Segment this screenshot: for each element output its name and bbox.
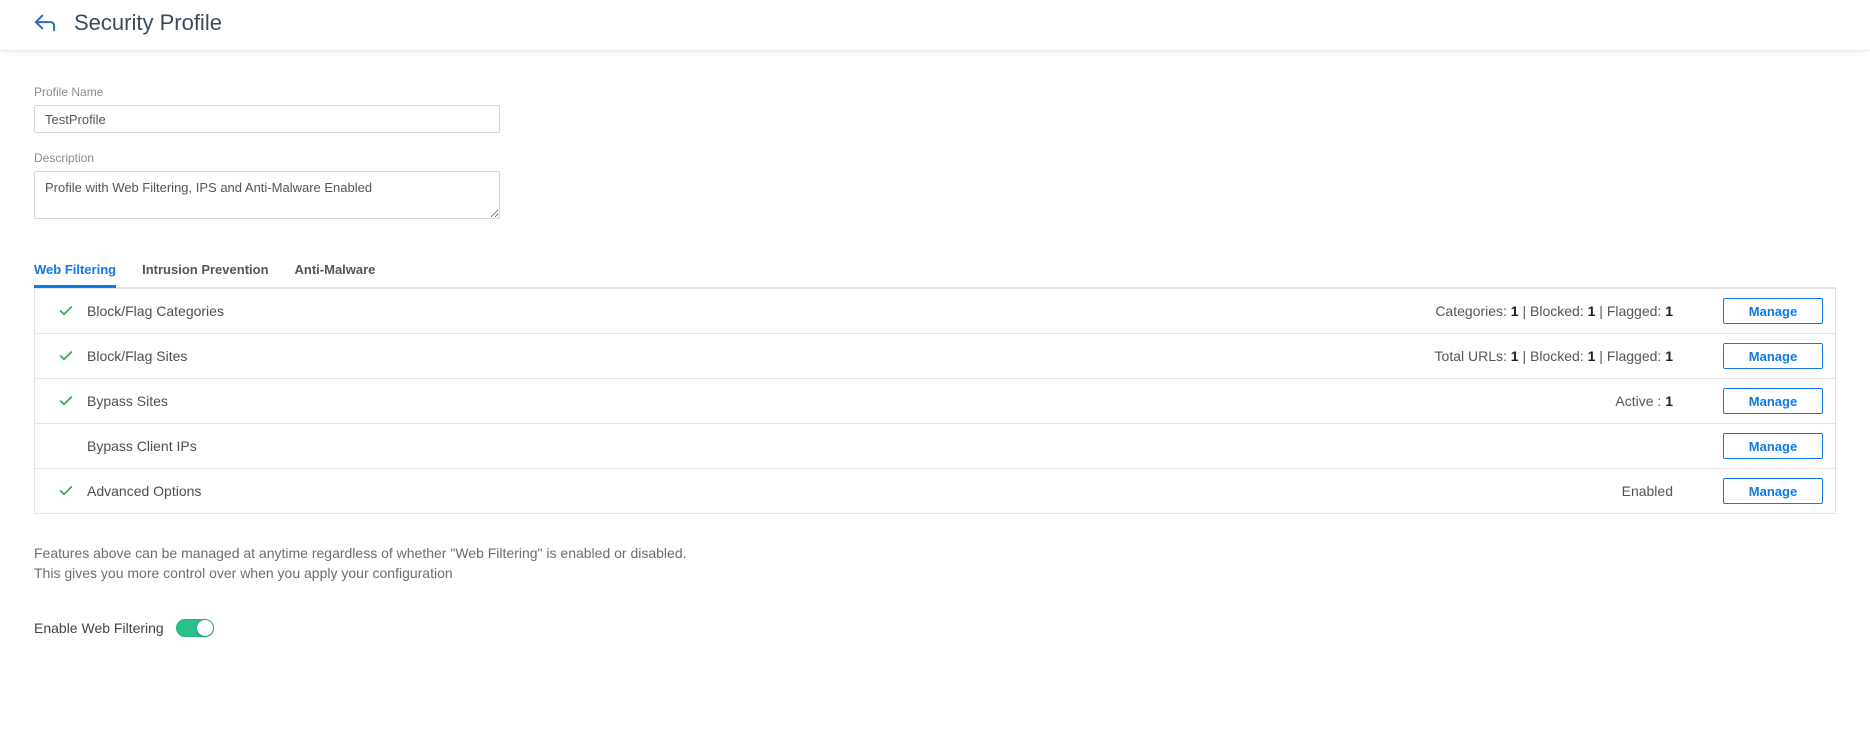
manage-button[interactable]: Manage	[1723, 343, 1823, 369]
toggle-knob	[197, 620, 213, 636]
row-label: Block/Flag Sites	[85, 348, 187, 364]
row-block-sites: Block/Flag Sites Total URLs: 1 | Blocked…	[35, 333, 1835, 378]
row-summary: Total URLs: 1 | Blocked: 1 | Flagged: 1	[1435, 348, 1673, 364]
profile-name-field: Profile Name	[34, 85, 1836, 133]
enable-web-filtering-label: Enable Web Filtering	[34, 620, 164, 636]
row-label: Bypass Client IPs	[85, 438, 197, 454]
helper-text: Features above can be managed at anytime…	[34, 544, 1836, 583]
description-field: Description Profile with Web Filtering, …	[34, 151, 1836, 222]
tab-web-filtering[interactable]: Web Filtering	[34, 254, 116, 287]
settings-rows: Block/Flag Categories Categories: 1 | Bl…	[34, 288, 1836, 514]
row-block-categories: Block/Flag Categories Categories: 1 | Bl…	[35, 288, 1835, 333]
description-label: Description	[34, 151, 1836, 165]
back-icon[interactable]	[34, 12, 56, 34]
profile-name-input[interactable]	[34, 105, 500, 133]
helper-line-2: This gives you more control over when yo…	[34, 564, 1836, 584]
check-icon	[47, 393, 85, 409]
helper-line-1: Features above can be managed at anytime…	[34, 544, 1836, 564]
row-bypass-sites: Bypass Sites Active : 1 Manage	[35, 378, 1835, 423]
manage-button[interactable]: Manage	[1723, 433, 1823, 459]
header-bar: Security Profile	[0, 0, 1870, 51]
manage-button[interactable]: Manage	[1723, 388, 1823, 414]
row-summary: Enabled	[1622, 483, 1673, 499]
content-area: Profile Name Description Profile with We…	[0, 51, 1870, 677]
manage-button[interactable]: Manage	[1723, 298, 1823, 324]
check-icon	[47, 348, 85, 364]
page-title: Security Profile	[74, 10, 222, 36]
row-summary: Active : 1	[1615, 393, 1673, 409]
row-bypass-client-ips: Bypass Client IPs Manage	[35, 423, 1835, 468]
enable-web-filtering-row: Enable Web Filtering	[34, 619, 1836, 637]
tab-anti-malware[interactable]: Anti-Malware	[295, 254, 376, 287]
row-label: Advanced Options	[85, 483, 201, 499]
check-icon	[47, 483, 85, 499]
row-label: Bypass Sites	[85, 393, 168, 409]
row-advanced-options: Advanced Options Enabled Manage	[35, 468, 1835, 513]
profile-name-label: Profile Name	[34, 85, 1836, 99]
enable-web-filtering-toggle[interactable]	[176, 619, 214, 637]
description-input[interactable]: Profile with Web Filtering, IPS and Anti…	[34, 171, 500, 219]
row-label: Block/Flag Categories	[85, 303, 224, 319]
tabs: Web Filtering Intrusion Prevention Anti-…	[34, 254, 1836, 288]
row-summary: Categories: 1 | Blocked: 1 | Flagged: 1	[1435, 303, 1673, 319]
check-icon	[47, 303, 85, 319]
manage-button[interactable]: Manage	[1723, 478, 1823, 504]
tab-intrusion-prevention[interactable]: Intrusion Prevention	[142, 254, 268, 287]
